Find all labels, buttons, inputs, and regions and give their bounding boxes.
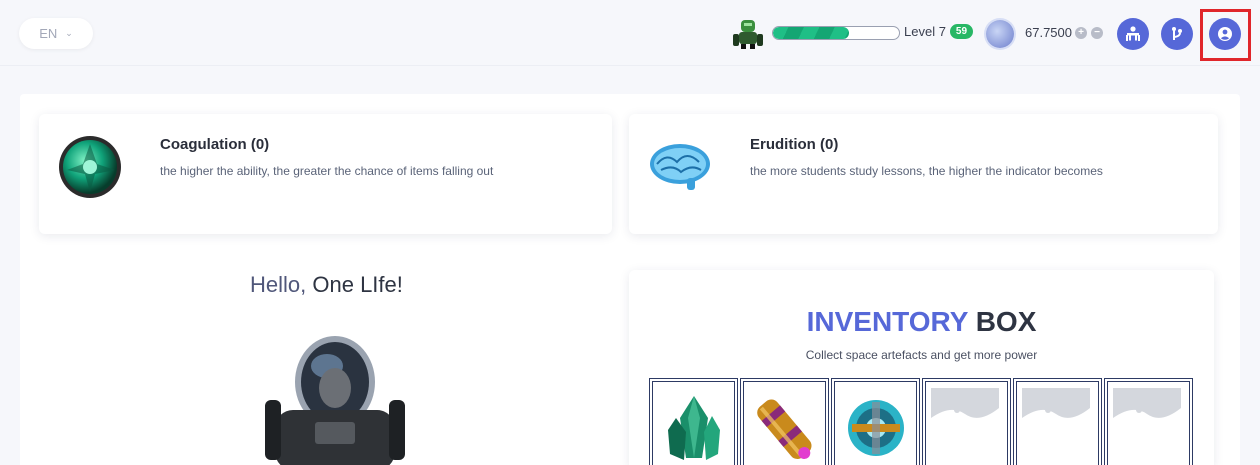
image-placeholder-icon bbox=[1113, 388, 1181, 436]
coagulation-orb-icon bbox=[59, 136, 121, 198]
ability-card-erudition: Erudition (0) the more students study le… bbox=[629, 114, 1218, 234]
level-label: Level 7 bbox=[904, 24, 946, 39]
astronaut-avatar bbox=[265, 336, 405, 465]
ability-title: Coagulation (0) bbox=[160, 136, 270, 153]
xp-progress-fill bbox=[773, 27, 849, 39]
inventory-slot[interactable] bbox=[649, 378, 738, 465]
inventory-slot[interactable] bbox=[831, 378, 920, 465]
teacher-icon bbox=[1126, 26, 1140, 41]
top-bar: EN ⌄ Level 7 59 67.7500 + − bbox=[0, 0, 1260, 66]
level-badge: 59 bbox=[949, 24, 974, 39]
balance-value: 67.7500 bbox=[1025, 25, 1072, 40]
branch-icon bbox=[1172, 27, 1182, 40]
brain-icon bbox=[650, 144, 710, 190]
language-label: EN bbox=[39, 26, 58, 41]
ability-title: Erudition (0) bbox=[750, 136, 839, 153]
inventory-slot[interactable] bbox=[740, 378, 829, 465]
chevron-down-icon: ⌄ bbox=[65, 28, 73, 38]
minus-icon[interactable]: − bbox=[1091, 27, 1103, 39]
inventory-slot-empty[interactable] bbox=[1104, 378, 1193, 465]
crystal-icon bbox=[668, 396, 720, 460]
inventory-box: INVENTORY BOX Collect space artefacts an… bbox=[629, 270, 1214, 465]
greeting: Hello, One LIfe! bbox=[250, 272, 403, 298]
inventory-slots bbox=[649, 378, 1193, 465]
coin-icon bbox=[986, 20, 1014, 48]
image-placeholder-icon bbox=[931, 388, 999, 436]
inventory-title-a: INVENTORY bbox=[806, 306, 968, 337]
profile-highlight-box bbox=[1200, 9, 1251, 61]
ability-description: the higher the ability, the greater the … bbox=[160, 164, 494, 178]
language-selector[interactable]: EN ⌄ bbox=[19, 18, 93, 49]
ability-card-coagulation: Coagulation (0) the higher the ability, … bbox=[39, 114, 612, 234]
branch-button[interactable] bbox=[1161, 18, 1193, 50]
turbine-icon bbox=[848, 400, 904, 456]
teacher-button[interactable] bbox=[1117, 18, 1149, 50]
capsule-icon bbox=[757, 399, 812, 459]
image-placeholder-icon bbox=[1022, 388, 1090, 436]
greeting-name: One LIfe! bbox=[312, 272, 403, 297]
robot-icon bbox=[733, 20, 763, 49]
inventory-slot-empty[interactable] bbox=[1013, 378, 1102, 465]
inventory-title-b: BOX bbox=[975, 306, 1037, 337]
inventory-slot-empty[interactable] bbox=[922, 378, 1011, 465]
ability-description: the more students study lessons, the hig… bbox=[750, 164, 1103, 178]
inventory-title: INVENTORY BOX bbox=[629, 306, 1214, 338]
inventory-subtitle: Collect space artefacts and get more pow… bbox=[805, 348, 1038, 362]
level-indicator: Level 7 59 bbox=[904, 24, 974, 39]
greeting-hello: Hello, bbox=[250, 272, 307, 297]
xp-progress-bar bbox=[772, 26, 900, 40]
plus-icon[interactable]: + bbox=[1075, 27, 1087, 39]
